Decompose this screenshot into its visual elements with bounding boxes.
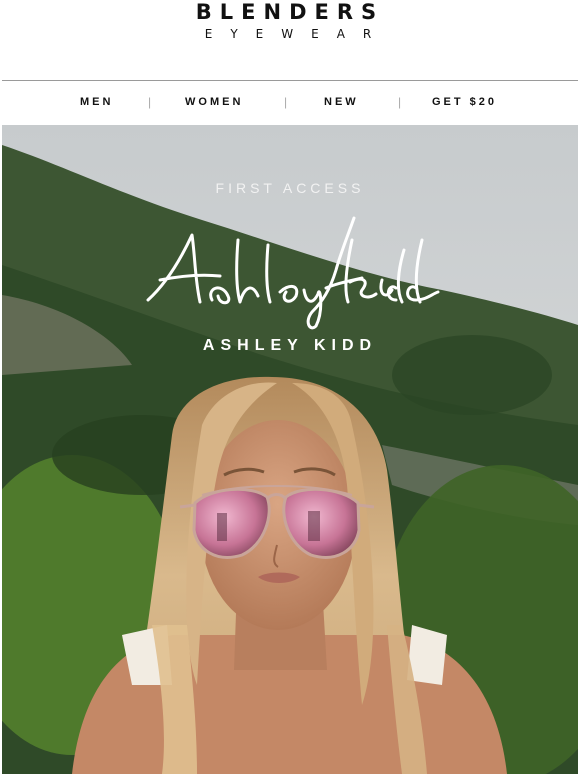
nav-item-new[interactable]: NEW — [324, 96, 359, 108]
nav-separator: | — [284, 95, 288, 109]
nav-item-get-20[interactable]: GET $20 — [432, 96, 497, 108]
nav-item-women[interactable]: WOMEN — [185, 96, 243, 108]
hero-kicker: FIRST ACCESS — [215, 180, 365, 196]
brand-subtitle: EYEWEAR — [204, 27, 390, 41]
hero-banner[interactable]: FIRST ACCESS ASHLEY KIDD — [2, 125, 578, 774]
main-nav: MEN | WOMEN | NEW | GET $20 — [2, 80, 578, 126]
signature-graphic — [146, 216, 440, 330]
nav-separator: | — [148, 95, 152, 109]
email-header: BLENDERS EYEWEAR — [0, 0, 580, 80]
ambassador-name: ASHLEY KIDD — [202, 337, 378, 354]
nav-item-men[interactable]: MEN — [80, 96, 113, 108]
brand-logo[interactable]: BLENDERS — [0, 0, 580, 24]
nav-separator: | — [398, 95, 402, 109]
